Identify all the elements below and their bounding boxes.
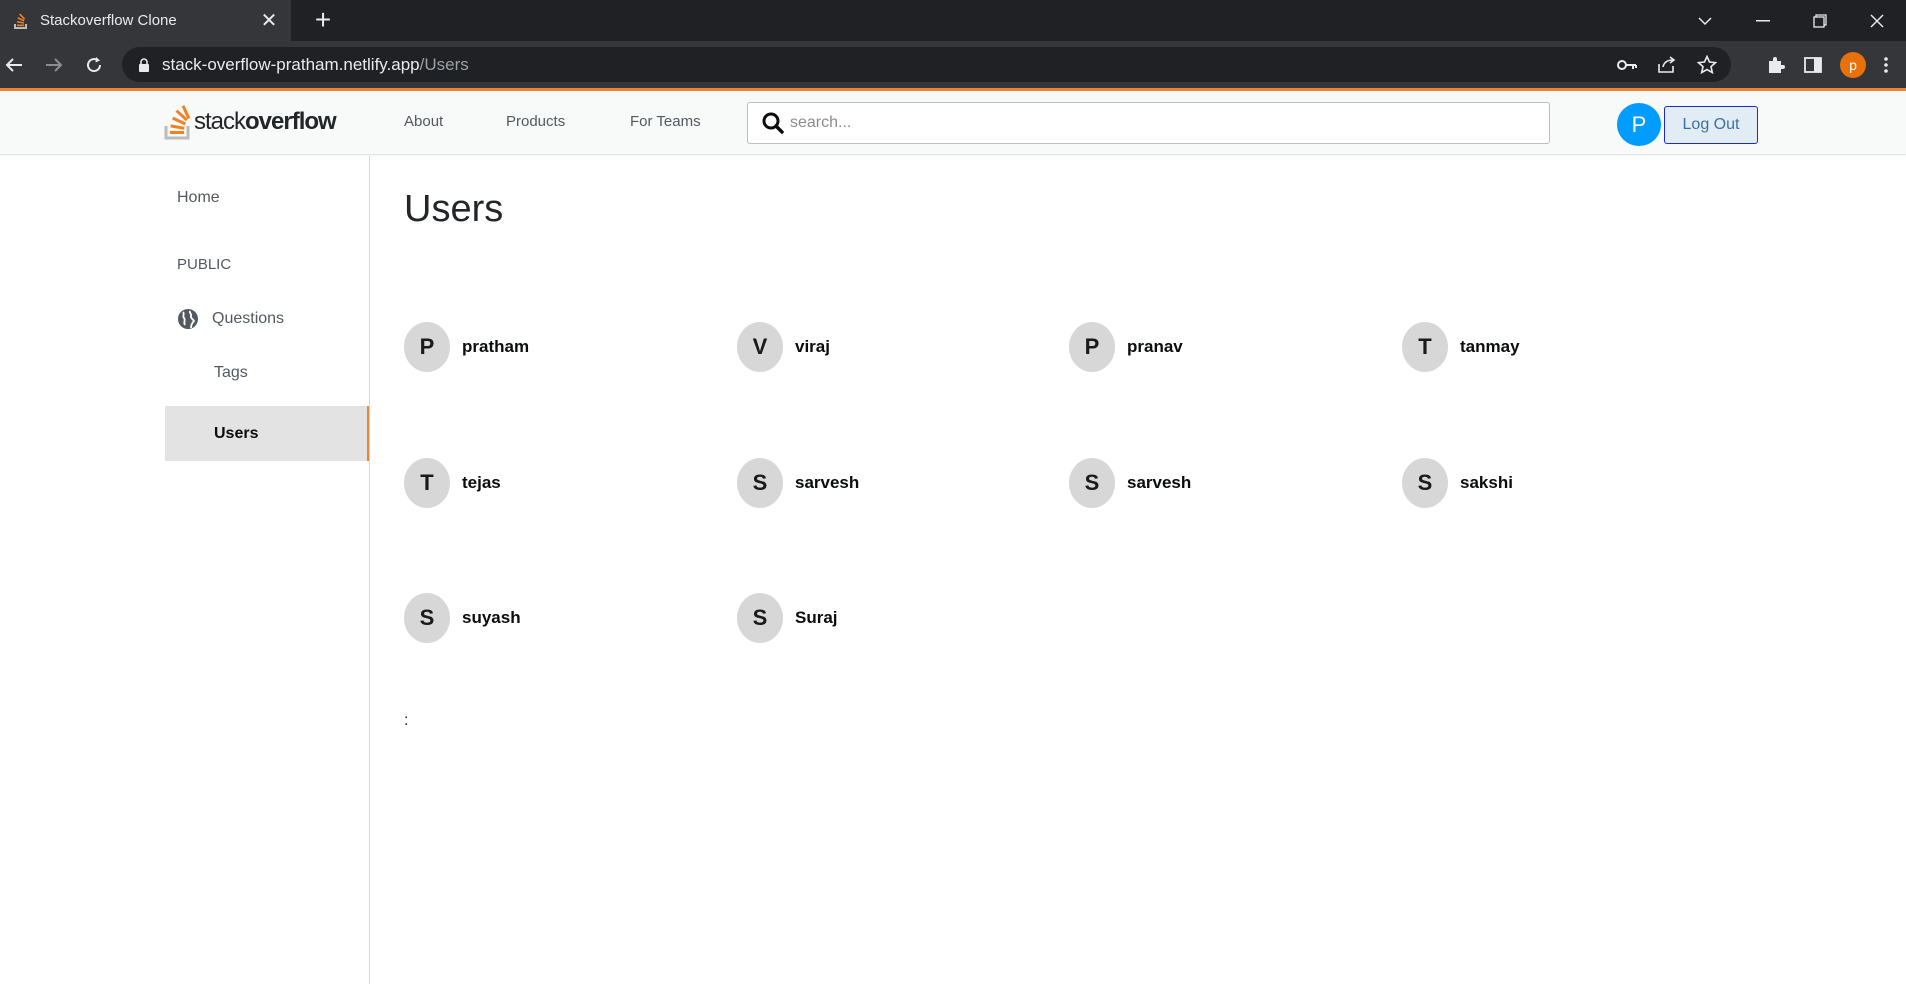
restore-icon[interactable] bbox=[1795, 0, 1845, 41]
user-name: pranav bbox=[1127, 337, 1183, 356]
sidebar-divider bbox=[369, 156, 370, 984]
search-input[interactable] bbox=[790, 114, 1530, 132]
globe-icon bbox=[178, 309, 198, 329]
user-card[interactable]: S Suraj bbox=[737, 593, 838, 643]
user-name: pratham bbox=[462, 337, 530, 356]
browser-menu-icon[interactable] bbox=[1884, 56, 1888, 74]
left-sidebar: Home PUBLIC Questions Tags Users bbox=[165, 156, 370, 984]
user-avatar-button[interactable]: P bbox=[1617, 103, 1661, 146]
search-box[interactable] bbox=[747, 102, 1550, 144]
sidebar-item-label: Users bbox=[214, 424, 259, 442]
sidebar-item-tags[interactable]: Tags bbox=[165, 360, 370, 386]
address-bar[interactable]: stack-overflow-pratham.netlify.app/Users bbox=[122, 47, 1731, 82]
user-name: sarvesh bbox=[795, 473, 860, 492]
footer-text: : bbox=[404, 712, 409, 729]
user-card[interactable]: V viraj bbox=[737, 322, 830, 372]
user-name: viraj bbox=[795, 337, 830, 356]
tab-search-icon[interactable] bbox=[1680, 0, 1730, 41]
user-name: sakshi bbox=[1460, 473, 1513, 492]
user-avatar: S bbox=[404, 593, 450, 643]
user-avatar: S bbox=[737, 458, 783, 508]
url-path: /Users bbox=[419, 54, 469, 74]
browser-tab[interactable]: Stackoverflow Clone ✕ bbox=[0, 0, 291, 41]
stackoverflow-logo[interactable]: stack overflow bbox=[164, 102, 337, 142]
user-card[interactable]: T tejas bbox=[404, 458, 501, 508]
user-avatar: S bbox=[1402, 458, 1448, 508]
user-name: Suraj bbox=[795, 608, 838, 627]
share-icon[interactable] bbox=[1657, 55, 1677, 74]
key-icon[interactable] bbox=[1617, 59, 1637, 71]
user-avatar: P bbox=[404, 322, 450, 372]
close-window-icon[interactable] bbox=[1852, 0, 1902, 41]
sidebar-item-home[interactable]: Home bbox=[165, 186, 370, 210]
user-name: suyash bbox=[462, 608, 521, 627]
search-icon bbox=[762, 112, 784, 134]
minimize-icon[interactable] bbox=[1738, 0, 1788, 41]
sidebar-item-users[interactable]: Users bbox=[165, 406, 370, 461]
sidebar-section-label: PUBLIC bbox=[177, 255, 232, 273]
sidebar-item-label: Home bbox=[177, 189, 220, 206]
user-avatar: T bbox=[1402, 322, 1448, 372]
sidebar-item-label: Tags bbox=[214, 364, 248, 381]
bookmark-star-icon[interactable] bbox=[1697, 54, 1717, 75]
user-card[interactable]: S sarvesh bbox=[737, 458, 859, 508]
back-icon[interactable] bbox=[0, 51, 28, 79]
user-name: tanmay bbox=[1460, 337, 1520, 356]
lock-icon bbox=[139, 57, 149, 72]
site-navbar: stackoverflow About Products For Teams P… bbox=[0, 91, 1906, 155]
user-card[interactable]: P pranav bbox=[1069, 322, 1183, 372]
user-avatar: S bbox=[1069, 458, 1115, 508]
side-panel-icon[interactable] bbox=[1804, 56, 1822, 74]
url-host: stack-overflow-pratham.netlify.app bbox=[162, 54, 420, 74]
user-card[interactable]: S suyash bbox=[404, 593, 521, 643]
user-name: sarvesh bbox=[1127, 473, 1192, 492]
extensions-icon[interactable] bbox=[1766, 55, 1786, 75]
nav-link-products[interactable]: Products bbox=[506, 113, 565, 130]
browser-profile-avatar[interactable]: p bbox=[1840, 51, 1866, 78]
user-card[interactable]: T tanmay bbox=[1402, 322, 1520, 372]
user-card[interactable]: S sakshi bbox=[1402, 458, 1513, 508]
tab-title: Stackoverflow Clone bbox=[40, 12, 177, 29]
reload-icon[interactable] bbox=[80, 51, 108, 79]
sidebar-item-questions[interactable]: Questions bbox=[165, 306, 370, 332]
browser-tab-bar: Stackoverflow Clone ✕ + bbox=[0, 0, 1906, 41]
nav-link-for-teams[interactable]: For Teams bbox=[630, 113, 701, 130]
forward-icon[interactable] bbox=[40, 51, 68, 79]
browser-toolbar: stack-overflow-pratham.netlify.app/Users… bbox=[0, 41, 1906, 88]
user-card[interactable]: S sarvesh bbox=[1069, 458, 1191, 508]
tab-close-icon[interactable]: ✕ bbox=[255, 8, 283, 33]
page-title: Users bbox=[404, 188, 504, 230]
sidebar-section-public: PUBLIC bbox=[165, 252, 370, 276]
logout-button[interactable]: Log Out bbox=[1664, 106, 1758, 144]
stackoverflow-favicon-icon bbox=[14, 13, 27, 29]
user-avatar: T bbox=[404, 458, 450, 508]
logo-text-overflow: overflow bbox=[245, 108, 337, 135]
user-card[interactable]: P pratham bbox=[404, 322, 529, 372]
user-avatar: P bbox=[1069, 322, 1115, 372]
nav-link-about[interactable]: About bbox=[404, 113, 443, 130]
new-tab-button[interactable]: + bbox=[308, 6, 338, 36]
stack-logo-icon bbox=[164, 105, 191, 140]
sidebar-item-label: Questions bbox=[212, 310, 285, 327]
user-name: tejas bbox=[462, 473, 501, 492]
logo-text-stack: stack bbox=[194, 108, 246, 135]
user-avatar: V bbox=[737, 322, 783, 372]
user-avatar: S bbox=[737, 593, 783, 643]
